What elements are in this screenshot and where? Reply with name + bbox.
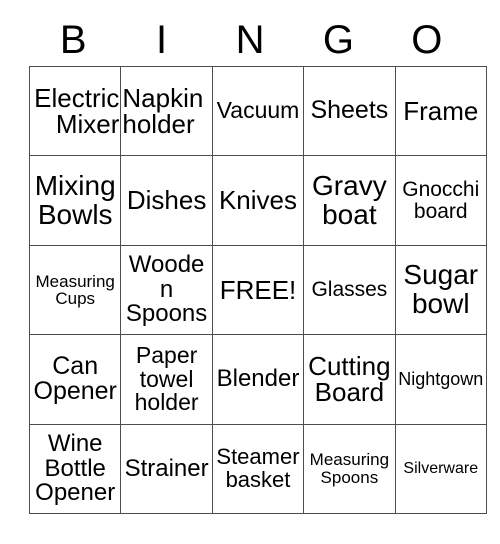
bingo-cell[interactable]: Napkin holder bbox=[120, 65, 213, 157]
bingo-cell-label: Silverware bbox=[403, 459, 479, 477]
bingo-cell[interactable]: Gnocchi board bbox=[394, 155, 487, 246]
bingo-cell[interactable]: Knives bbox=[211, 155, 305, 246]
bingo-cell[interactable]: Cutting Board bbox=[303, 334, 396, 425]
bingo-card: B I N G O Electric Mixer Napkin holder V… bbox=[0, 0, 500, 544]
bingo-cell-label: Gravy boat bbox=[312, 170, 387, 230]
bingo-cell-label: Mixing Bowls bbox=[34, 170, 116, 230]
bingo-cell[interactable]: Sugar bowl bbox=[394, 244, 487, 336]
bingo-row: Electric Mixer Napkin holder Vacuum Shee… bbox=[28, 65, 487, 157]
bingo-cell-label: Glasses bbox=[311, 278, 388, 302]
header-letter-n: N bbox=[235, 18, 265, 62]
bingo-cell[interactable]: Measuring Spoons bbox=[303, 423, 396, 514]
bingo-cell-label: Nightgown bbox=[398, 369, 484, 390]
bingo-cell[interactable]: Blender bbox=[211, 334, 305, 425]
bingo-row: Wine Bottle Opener Strainer Steamer bask… bbox=[28, 423, 487, 514]
bingo-cell[interactable]: Paper towel holder bbox=[120, 334, 213, 425]
bingo-cell[interactable]: Vacuum bbox=[211, 65, 305, 157]
bingo-cell[interactable]: Glasses bbox=[303, 244, 396, 336]
bingo-cell-label: Paper towel holder bbox=[134, 342, 199, 416]
bingo-free-label: FREE! bbox=[219, 274, 297, 305]
bingo-cell-label: Napkin holder bbox=[122, 82, 204, 140]
bingo-cell-label: Strainer bbox=[124, 454, 209, 482]
bingo-grid: Electric Mixer Napkin holder Vacuum Shee… bbox=[28, 65, 487, 514]
bingo-cell-label: Frame bbox=[403, 95, 479, 126]
header-letter-b: B bbox=[59, 18, 87, 62]
bingo-cell-label: Steamer basket bbox=[216, 444, 300, 492]
bingo-cell-label: Vacuum bbox=[216, 97, 300, 124]
bingo-cell[interactable]: Nightgown bbox=[394, 334, 487, 425]
bingo-cell-label: Gnocchi board bbox=[402, 178, 480, 223]
bingo-cell-free[interactable]: FREE! bbox=[211, 244, 305, 336]
bingo-cell[interactable]: Mixing Bowls bbox=[28, 155, 122, 246]
bingo-header-row: B I N G O bbox=[29, 14, 471, 66]
bingo-cell[interactable]: Gravy boat bbox=[303, 155, 396, 246]
bingo-cell-label: Knives bbox=[218, 185, 297, 216]
bingo-cell[interactable]: Silverware bbox=[394, 423, 487, 514]
bingo-cell-label: Measuring Cups bbox=[35, 271, 115, 308]
bingo-cell[interactable]: Wooden Spoons bbox=[120, 244, 213, 336]
bingo-cell-label: Sheets bbox=[310, 96, 389, 125]
bingo-cell[interactable]: Wine Bottle Opener bbox=[28, 423, 122, 514]
bingo-cell[interactable]: Measuring Cups bbox=[28, 244, 122, 336]
bingo-cell-label: Measuring Spoons bbox=[309, 450, 390, 487]
bingo-cell[interactable]: Sheets bbox=[303, 65, 396, 157]
bingo-cell-label: Sugar bowl bbox=[403, 259, 479, 319]
bingo-cell[interactable]: Electric Mixer bbox=[28, 65, 122, 157]
bingo-cell-label: Dishes bbox=[126, 185, 207, 216]
bingo-cell[interactable]: Frame bbox=[394, 65, 487, 157]
bingo-row: Can Opener Paper towel holder Blender Cu… bbox=[28, 334, 487, 425]
bingo-cell-label: Wine Bottle Opener bbox=[35, 430, 116, 506]
bingo-cell-label: Can Opener bbox=[33, 351, 117, 406]
header-letter-i: I bbox=[156, 18, 168, 62]
bingo-cell[interactable]: Steamer basket bbox=[211, 423, 305, 514]
bingo-cell-label: Cutting Board bbox=[308, 350, 391, 408]
header-letter-g: G bbox=[322, 18, 354, 62]
bingo-row: Measuring Cups Wooden Spoons FREE! Glass… bbox=[28, 244, 487, 336]
bingo-cell-label: Electric Mixer bbox=[34, 82, 120, 140]
header-letter-o: O bbox=[411, 18, 443, 62]
bingo-cell[interactable]: Can Opener bbox=[28, 334, 122, 425]
bingo-cell[interactable]: Dishes bbox=[120, 155, 213, 246]
bingo-cell-label: Wooden Spoons bbox=[125, 251, 208, 328]
bingo-cell-label: Blender bbox=[216, 365, 300, 393]
bingo-row: Mixing Bowls Dishes Knives Gravy boat Gn… bbox=[28, 155, 487, 246]
bingo-cell[interactable]: Strainer bbox=[120, 423, 213, 514]
